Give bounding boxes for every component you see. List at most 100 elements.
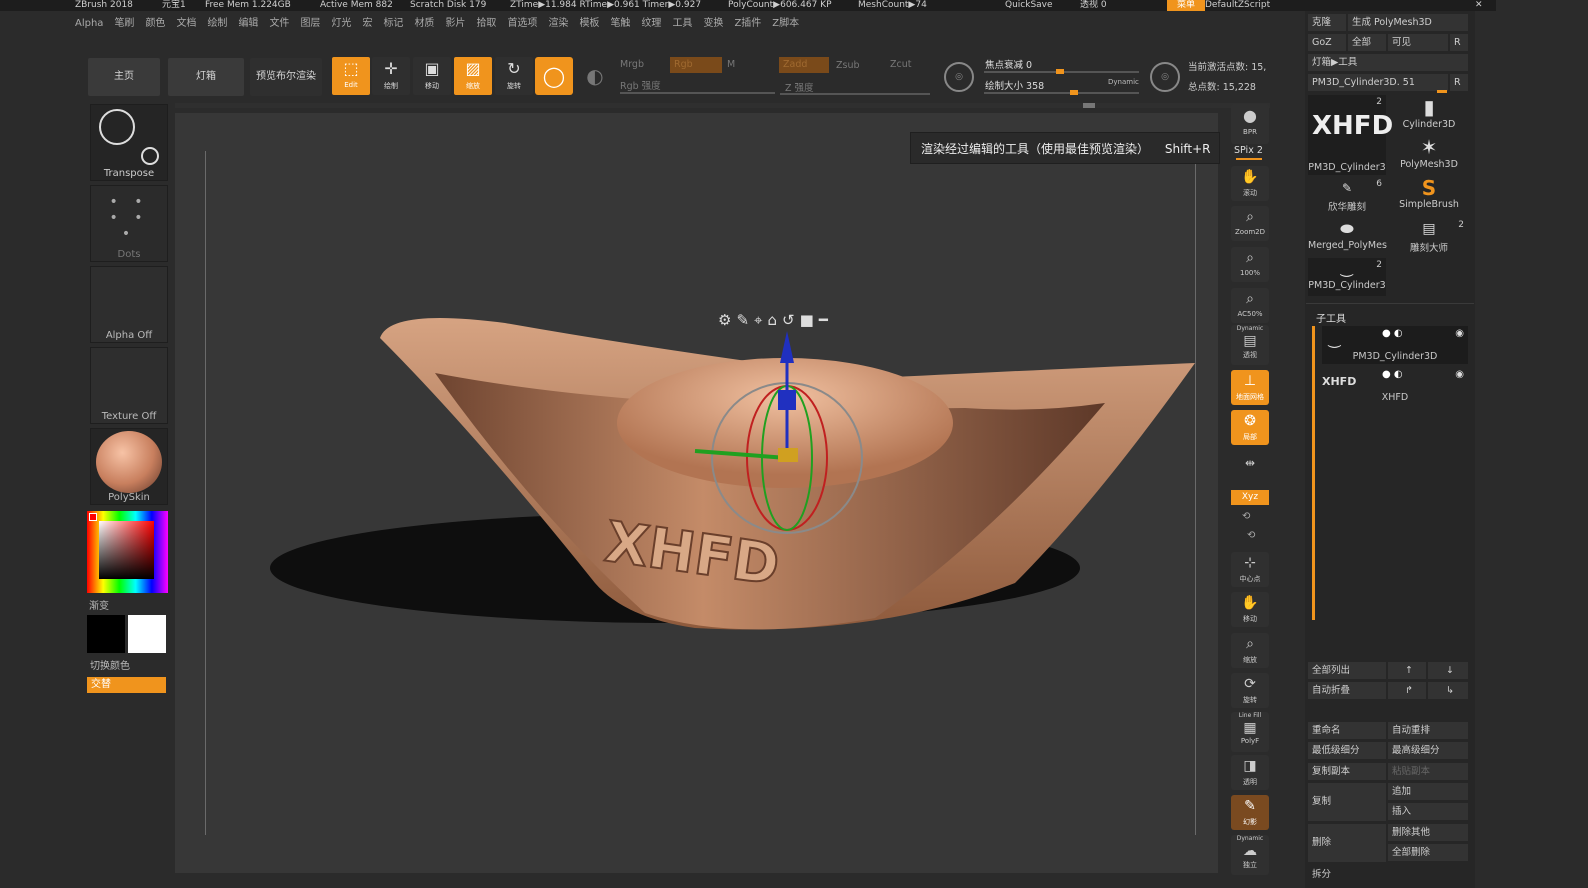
transparent-button[interactable]: ◨ 透明 [1231,755,1269,790]
tool-cylinder3d[interactable]: ▮ Cylinder3D [1390,95,1468,133]
spix-track[interactable] [1236,158,1262,160]
menu-17[interactable]: 笔触 [610,18,630,29]
tool-thumb-pm3d[interactable]: XHFD 2 PM3D_Cylinder3 [1308,95,1393,175]
menu-21[interactable]: Z插件 [734,18,761,29]
rotate-y-icon[interactable]: ⟲ [1242,511,1250,522]
rotate-z-icon[interactable]: ⟲ [1247,530,1255,541]
mrgb-button[interactable]: Mrgb [620,59,644,70]
zadd-button[interactable]: Zadd [779,57,829,73]
home-icon[interactable]: ⌂ [767,311,782,329]
primary-color-swatch[interactable] [87,615,125,653]
yin-yang-icon[interactable]: ◐ [576,57,614,95]
visibility-toggle-icon-2[interactable]: ● ◐ [1382,369,1403,380]
menu-22[interactable]: Z脚本 [772,18,799,29]
solo-button[interactable]: Dynamic ☁ 独立 [1231,835,1269,875]
center-point-button[interactable]: ⊹ 中心点 [1231,552,1269,587]
list-all-button[interactable]: 全部列出 [1308,662,1386,679]
highest-subdiv-button[interactable]: 最高级细分 [1388,742,1468,759]
arrow-up-icon[interactable]: ↑ [1388,662,1426,679]
scale-view-button[interactable]: ⌕ 缩放 [1231,633,1269,668]
draw-size-slider[interactable]: 绘制大小 358 [985,78,1044,92]
r-button-2[interactable]: R [1450,74,1468,91]
auto-collapse-button[interactable]: 自动折叠 [1308,682,1386,699]
current-tool-knob[interactable] [1437,90,1447,93]
menu-12[interactable]: 影片 [445,18,465,29]
scroll-button[interactable]: ✋ 滚动 [1231,166,1269,201]
polyframe-button[interactable]: Line Fill ▦ PolyF [1231,712,1269,752]
append-button[interactable]: 追加 [1388,783,1468,800]
minus-icon[interactable]: ━ [819,311,833,329]
gizmo-center-handle[interactable] [778,448,798,462]
close-icon[interactable]: ✕ [1475,0,1483,11]
menu-10[interactable]: 标记 [383,18,403,29]
lightbox-button[interactable]: 灯箱 [168,58,244,96]
tool-pm3d-2[interactable]: ⏝ PM3D_Cylinder3 2 [1308,258,1386,296]
arrow-down-icon[interactable]: ↓ [1428,662,1468,679]
focal-icon[interactable]: ◎ [944,62,974,92]
alternate-button[interactable]: 交替 [87,677,166,693]
rotate-button[interactable]: ↻ 旋转 [495,57,533,95]
spix-slider[interactable]: SPix 2 [1234,145,1263,156]
ghost-button[interactable]: ✎ 幻影 [1231,795,1269,830]
tool-xinhua[interactable]: ✎ 欣华雕刻 6 [1308,177,1386,215]
menu-8[interactable]: 灯光 [331,18,351,29]
stroke-dots[interactable]: • • • • • Dots [90,185,168,262]
move-view-button[interactable]: ✋ 移动 [1231,592,1269,627]
tool-polymesh3d[interactable]: ✶ PolyMesh3D [1390,135,1468,173]
horizontal-scrollbar[interactable] [175,103,1270,108]
focal-shift-slider[interactable]: 焦点衰减 0 [985,57,1032,71]
lowest-subdiv-button[interactable]: 最低级细分 [1308,742,1386,759]
delete-other-button[interactable]: 删除其他 [1388,824,1468,841]
xyz-button[interactable]: Xyz [1231,490,1269,505]
split-label[interactable]: 拆分 [1312,866,1331,880]
menu-button[interactable]: 菜单 [1167,0,1206,11]
visible-button[interactable]: 可见 [1388,34,1448,51]
scale-button[interactable]: ▨ 缩放 [454,57,492,95]
make-polymesh-button[interactable]: 生成 PolyMesh3D [1348,14,1468,31]
draw-size-track[interactable] [984,92,1139,94]
gear-icon[interactable]: ⚙ [718,311,736,329]
clone-button[interactable]: 克隆 [1308,14,1346,31]
menu-14[interactable]: 首选项 [507,18,537,29]
half-size-button[interactable]: ⌕ AC50% [1231,288,1269,323]
switch-color-button[interactable]: 切换颜色 [90,657,130,672]
subtool-scrollbar[interactable] [1312,326,1315,620]
menu-4[interactable]: 绘制 [207,18,227,29]
tool-merged-polymesh[interactable]: ⬬ Merged_PolyMes [1308,218,1387,256]
secondary-color-swatch[interactable] [128,615,166,653]
menu-16[interactable]: 模板 [579,18,599,29]
floor-grid-button[interactable]: ⊥ 地面网格 [1231,370,1269,405]
quicksave-button[interactable]: QuickSave [1005,0,1053,11]
rgb-intensity-slider[interactable] [620,92,775,94]
zoom2d-button[interactable]: ⌕ Zoom2D [1231,206,1269,241]
edit-button[interactable]: ⬚ Edit [332,57,370,95]
copy-button[interactable]: 复制 [1308,783,1386,821]
insert-button[interactable]: 插入 [1388,803,1468,820]
menu-19[interactable]: 工具 [672,18,692,29]
rotate-view-button[interactable]: ⟳ 旋转 [1231,673,1269,708]
gizmo-z-handle[interactable] [778,390,796,410]
move-button[interactable]: ▣ 移动 [413,57,451,95]
scrollbar-thumb[interactable] [1083,103,1095,108]
undo-icon[interactable]: ↺ [782,311,800,329]
gizmo-toolbar[interactable]: ⚙✎⌖⌂↺■━ [718,311,833,329]
gradient-label[interactable]: 渐变 [89,597,109,612]
menu-20[interactable]: 变换 [703,18,723,29]
menu-11[interactable]: 材质 [414,18,434,29]
duplicate-button[interactable]: 复制副本 [1308,763,1386,780]
local-button[interactable]: ❂ 局部 [1231,410,1269,445]
delete-all-button[interactable]: 全部删除 [1388,844,1468,861]
auto-reorder-button[interactable]: 自动重排 [1388,722,1468,739]
menu-0[interactable]: Alpha [75,18,103,29]
actual-size-button[interactable]: ⌕ 100% [1231,247,1269,282]
move-down-icon[interactable]: ↳ [1428,682,1468,699]
alpha-selector[interactable]: Alpha Off [90,266,168,343]
menu-6[interactable]: 文件 [269,18,289,29]
menu-5[interactable]: 编辑 [238,18,258,29]
rgb-button[interactable]: Rgb [670,57,722,73]
menu-7[interactable]: 图层 [300,18,320,29]
home-button[interactable]: 主页 [88,58,160,96]
material-selector[interactable]: PolySkin [90,428,168,505]
transparency-slider[interactable]: 透视 0 [1080,0,1107,11]
lightbox-tools-button[interactable]: 灯箱▶工具 [1308,54,1468,71]
